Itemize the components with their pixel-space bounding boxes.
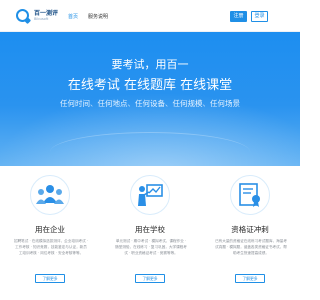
nav-item-service[interactable]: 服务说明	[88, 13, 108, 20]
tagline-part: 任何设备	[135, 99, 165, 108]
hero-tagline: 任何时间、任何地点、任何设备、任何规模、任何场景	[0, 98, 300, 109]
learn-more-button[interactable]: 了解更多	[235, 274, 265, 283]
logo-name: 百一测评	[34, 9, 59, 17]
register-button[interactable]: 注册	[230, 11, 247, 22]
tagline-sep: 、	[165, 99, 173, 108]
feature-title: 用在企业	[35, 225, 65, 234]
feature-certificate: 资格证冲刺 已有大量的资格证在线练习考试题库，海量考试真题 · 模拟题，涵盖各类…	[200, 175, 300, 300]
feature-description: 单元测试 · 期中考试 · 模拟考试，课程作业 · 随堂测验，在线练习 · 复习…	[115, 239, 187, 255]
logo[interactable]: 百一测评 Blbusoft	[16, 9, 58, 22]
teacher-board-icon	[130, 175, 170, 215]
learn-more-button[interactable]: 了解更多	[35, 274, 65, 283]
tagline-part: 任何地点	[97, 99, 128, 108]
feature-description: 已有大量的资格证在线练习考试题库，海量考试真题 · 模拟题，涵盖各类资格证书考试…	[215, 239, 287, 255]
feature-enterprise: 用在企业 招聘笔试 · 在线模拟选拔测评，企业培训考试 · 工作考核 · 知识竞…	[0, 175, 100, 300]
nav-item-home[interactable]: 首页	[68, 13, 78, 20]
certificate-icon	[230, 175, 270, 215]
tagline-sep: 、	[127, 99, 136, 108]
learn-more-button[interactable]: 了解更多	[135, 274, 165, 283]
users-group-icon	[30, 175, 70, 215]
tagline-sep: 、	[202, 99, 211, 108]
hero-arc	[50, 132, 250, 166]
tagline-part: 任何时间	[60, 99, 90, 108]
tagline-part: 任何场景	[210, 99, 240, 108]
hero-subheadline: 在线考试 在线题库 在线课堂	[67, 78, 233, 93]
feature-description: 招聘笔试 · 在线模拟选拔测评，企业培训考试 · 工作考核 · 知识竞赛，技能鉴…	[14, 239, 88, 255]
hero-banner: 要考试，用百一 在线考试 在线题库 在线课堂 任何时间、任何地点、任何设备、任何…	[0, 32, 300, 166]
logo-sub: Blbusoft	[34, 16, 49, 21]
main-nav: 首页 服务说明	[68, 13, 108, 20]
site-header: 百一测评 Blbusoft 首页 服务说明 注册 登录	[0, 0, 300, 32]
tagline-part: 任何规模	[172, 99, 203, 108]
hero-headline: 要考试，用百一	[111, 58, 189, 71]
feature-school: 用在学校 单元测试 · 期中考试 · 模拟考试，课程作业 · 随堂测验，在线练习…	[100, 175, 200, 300]
feature-title: 用在学校	[135, 225, 165, 234]
feature-title: 资格证冲刺	[231, 225, 269, 234]
tagline-sep: 、	[90, 99, 98, 108]
login-button[interactable]: 登录	[251, 11, 268, 22]
logo-icon	[16, 9, 29, 22]
